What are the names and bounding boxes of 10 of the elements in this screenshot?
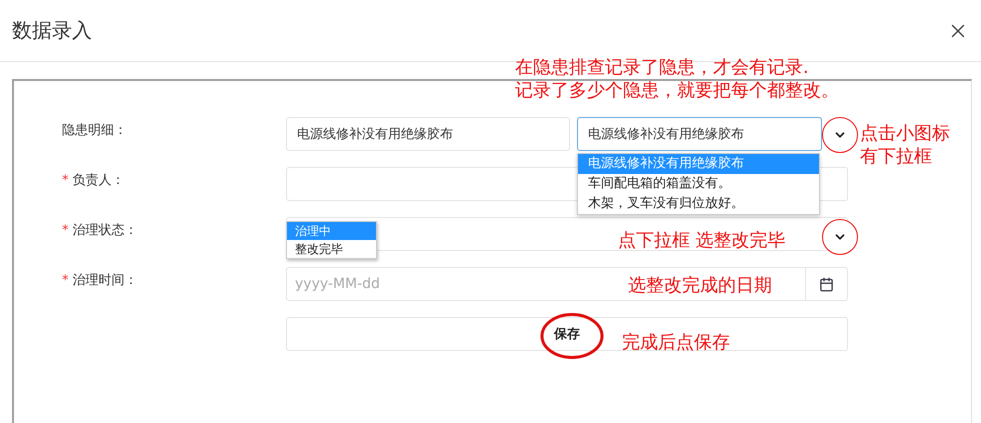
dialog-title: 数据录入 — [12, 17, 92, 44]
annotation-text: 选整改完成的日期 — [628, 274, 772, 297]
annotation-text: 完成后点保存 — [622, 331, 730, 354]
field-label: * 治理时间： — [62, 272, 138, 289]
annotation-text: 点下拉框 选整改完毕 — [618, 229, 786, 252]
field-label: * 负责人： — [62, 172, 125, 189]
field-label: * 治理状态： — [62, 222, 138, 239]
field-label: 隐患明细： — [62, 122, 127, 139]
annotation-text: 点击小图标 有下拉框 — [860, 122, 950, 168]
annotation-text: 在隐患排查记录了隐患，才会有记录. 记录了多少个隐患，就要把每个都整改。 — [515, 56, 839, 102]
